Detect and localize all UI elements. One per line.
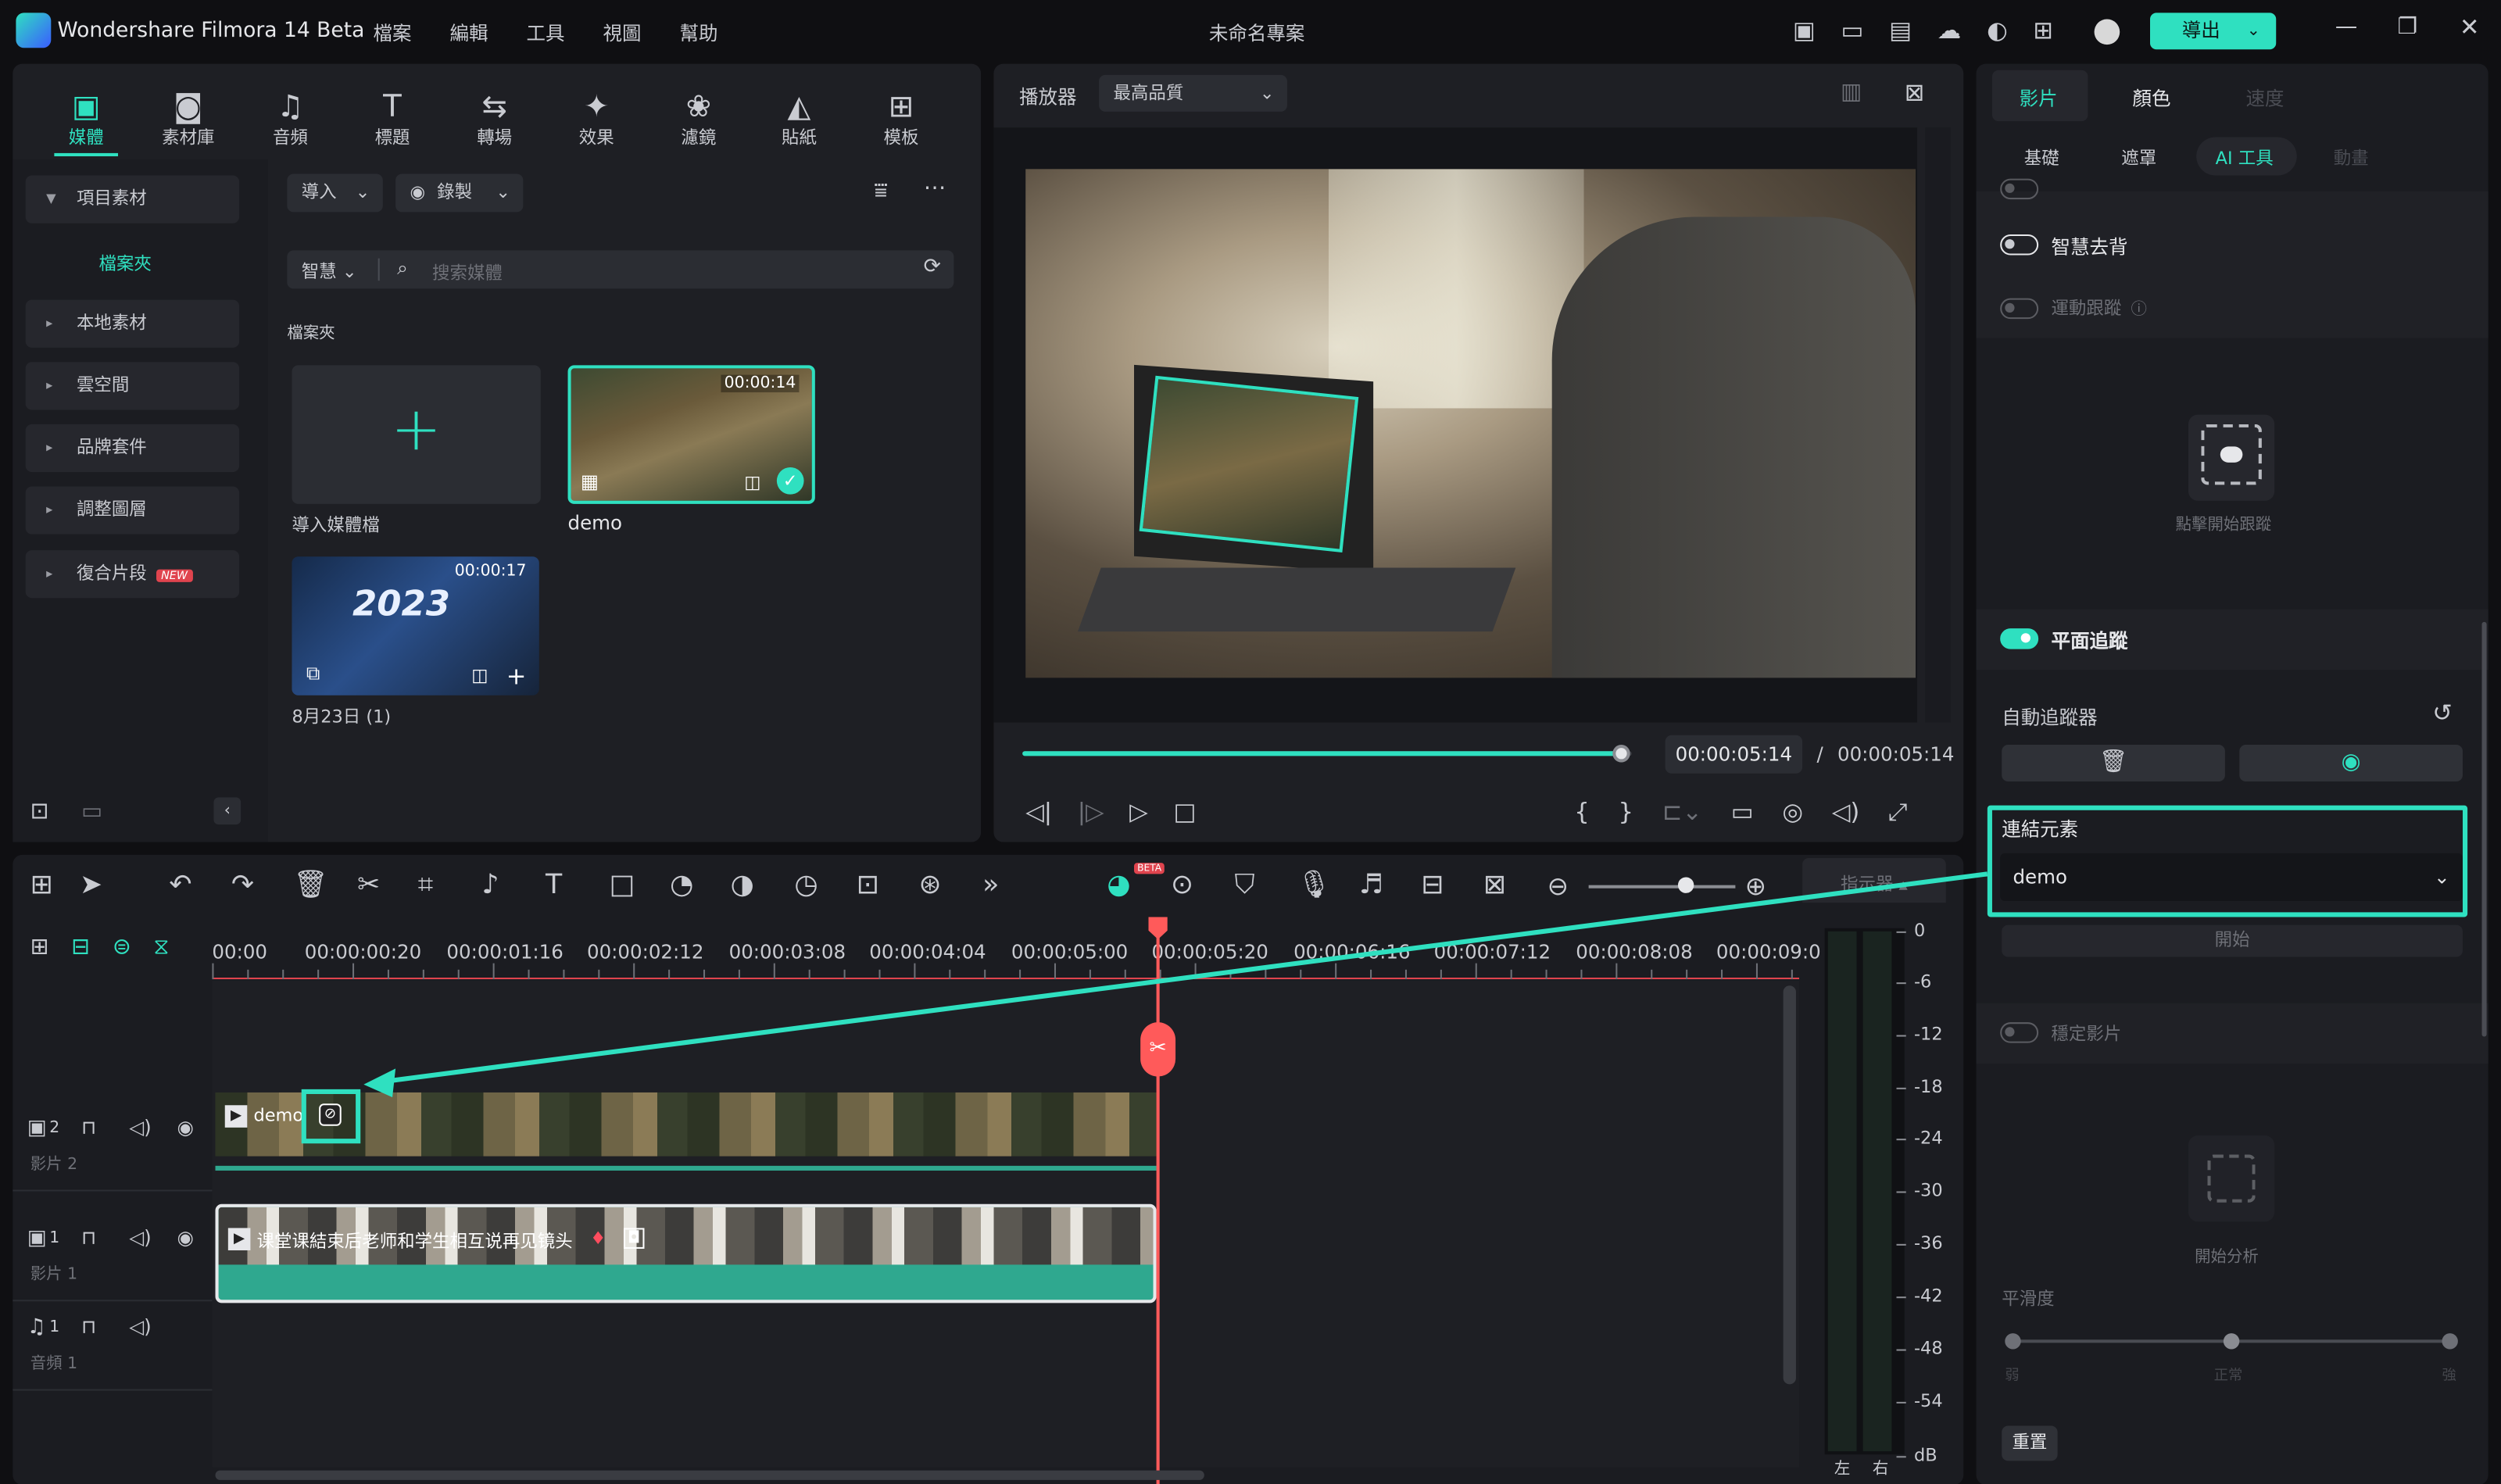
meter-db-label: -6: [1913, 971, 1932, 992]
meter-db-label: -36: [1913, 1232, 1943, 1254]
meter-db-label: -48: [1913, 1338, 1943, 1359]
arrow-head: [363, 1068, 396, 1098]
meter-db-tick: [1896, 1191, 1906, 1193]
meter-right-label: 右: [1872, 1461, 1889, 1479]
meter-db-tick: [1896, 1349, 1906, 1351]
annotation-arrow: [363, 871, 1988, 1098]
meter-left-label: 左: [1834, 1461, 1851, 1479]
meter-db-label: -42: [1913, 1285, 1943, 1307]
meter-db-tick: [1896, 982, 1906, 985]
meter-channel-left: [1827, 931, 1857, 1452]
meter-db-tick: [1896, 1401, 1906, 1404]
meter-db-tick: [1896, 931, 1906, 933]
meter-db-label: dB: [1913, 1444, 1937, 1466]
property-tab-2[interactable]: 速度: [2245, 84, 2284, 112]
timeline-hscroll[interactable]: [215, 1470, 1204, 1480]
meter-db-tick: [1896, 1087, 1906, 1089]
meter-db-label: 0: [1913, 920, 1926, 942]
property-tab-0[interactable]: 影片: [2020, 84, 2058, 112]
arrow-line: [385, 871, 1988, 1084]
meter-db-label: -54: [1913, 1390, 1943, 1412]
meter-db-tick: [1896, 1139, 1906, 1141]
meter-channel-right: [1862, 931, 1892, 1452]
meter-db-tick: [1896, 1243, 1906, 1246]
property-tab-1[interactable]: 顏色: [2133, 84, 2171, 112]
meter-db-label: -24: [1913, 1127, 1943, 1149]
meter-db-label: -18: [1913, 1076, 1943, 1098]
timeline-vscroll[interactable]: [1783, 985, 1796, 1385]
meter-db-label: -12: [1913, 1024, 1943, 1045]
meter-db-label: -30: [1913, 1180, 1943, 1201]
meter-db-tick: [1896, 1035, 1906, 1037]
meter-db-tick: [1896, 1296, 1906, 1299]
meter-db-tick: [1896, 1456, 1906, 1458]
